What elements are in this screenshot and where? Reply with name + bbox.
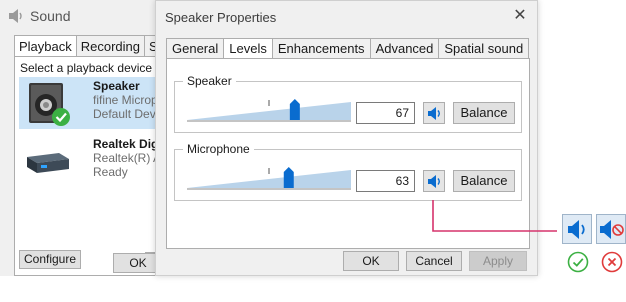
speaker-properties-dialog: Speaker Properties ✕ General Levels Enha…	[155, 0, 538, 276]
cross-icon	[601, 251, 623, 273]
microphone-mute-button[interactable]	[423, 170, 445, 192]
dialog-tabs: General Levels Enhancements Advanced Spa…	[166, 38, 530, 60]
speaker-icon	[568, 220, 585, 239]
speaker-volume-field[interactable]: 67	[356, 102, 415, 124]
dialog-title: Speaker Properties	[165, 10, 277, 25]
slider-thumb[interactable]	[289, 99, 300, 120]
tab-recording[interactable]: Recording	[75, 35, 146, 57]
tab-playback[interactable]: Playback	[14, 35, 77, 57]
speaker-level-group: Speaker 67 Balance	[174, 74, 522, 133]
device-status: Ready	[93, 165, 128, 179]
sound-window: Sound Playback Recording Sc Select a pla…	[0, 0, 187, 276]
digital-output-icon	[27, 153, 69, 173]
speaker-device-icon	[29, 83, 70, 126]
speaker-muted-icon	[600, 220, 624, 239]
cancel-button[interactable]: Cancel	[406, 251, 462, 271]
speaker-icon	[428, 175, 440, 188]
tab-enhancements[interactable]: Enhancements	[271, 38, 371, 59]
device-realtek-digital[interactable]: Realtek Digital Realtek(R) Audio Ready	[19, 135, 184, 187]
legend-muted-box	[596, 214, 626, 244]
microphone-group-label: Microphone	[183, 142, 254, 156]
microphone-volume-slider[interactable]	[187, 164, 351, 192]
slider-thumb[interactable]	[283, 167, 294, 188]
ok-button[interactable]: OK	[343, 251, 399, 271]
microphone-volume-field[interactable]: 63	[356, 170, 415, 192]
legend-unmuted-box	[562, 214, 592, 244]
sound-tabs: Playback Recording Sc	[14, 35, 169, 57]
device-name: Speaker	[93, 79, 140, 93]
speaker-icon	[428, 107, 440, 120]
speaker-mute-button[interactable]	[423, 102, 445, 124]
microphone-balance-button[interactable]: Balance	[453, 170, 515, 192]
sound-title-text: Sound	[30, 8, 71, 24]
tab-spatial-sound[interactable]: Spatial sound	[438, 38, 530, 59]
check-icon	[567, 251, 589, 273]
tab-advanced[interactable]: Advanced	[369, 38, 440, 59]
speaker-group-label: Speaker	[183, 74, 236, 88]
configure-button[interactable]: Configure	[19, 250, 81, 269]
speaker-volume-slider[interactable]	[187, 96, 351, 124]
callout-connector	[432, 200, 557, 232]
sound-speaker-icon	[9, 9, 22, 23]
tab-levels[interactable]: Levels	[223, 38, 273, 60]
playback-panel: Select a playback device below Speaker f…	[14, 56, 187, 276]
microphone-level-group: Microphone 63 Balance	[174, 142, 522, 201]
device-speaker[interactable]: Speaker fifine Microphone Default Device	[19, 77, 184, 129]
sound-window-title: Sound	[8, 6, 70, 26]
tab-general[interactable]: General	[166, 38, 225, 59]
close-icon[interactable]: ✕	[511, 7, 529, 25]
speaker-balance-button[interactable]: Balance	[453, 102, 515, 124]
apply-button[interactable]: Apply	[469, 251, 527, 271]
